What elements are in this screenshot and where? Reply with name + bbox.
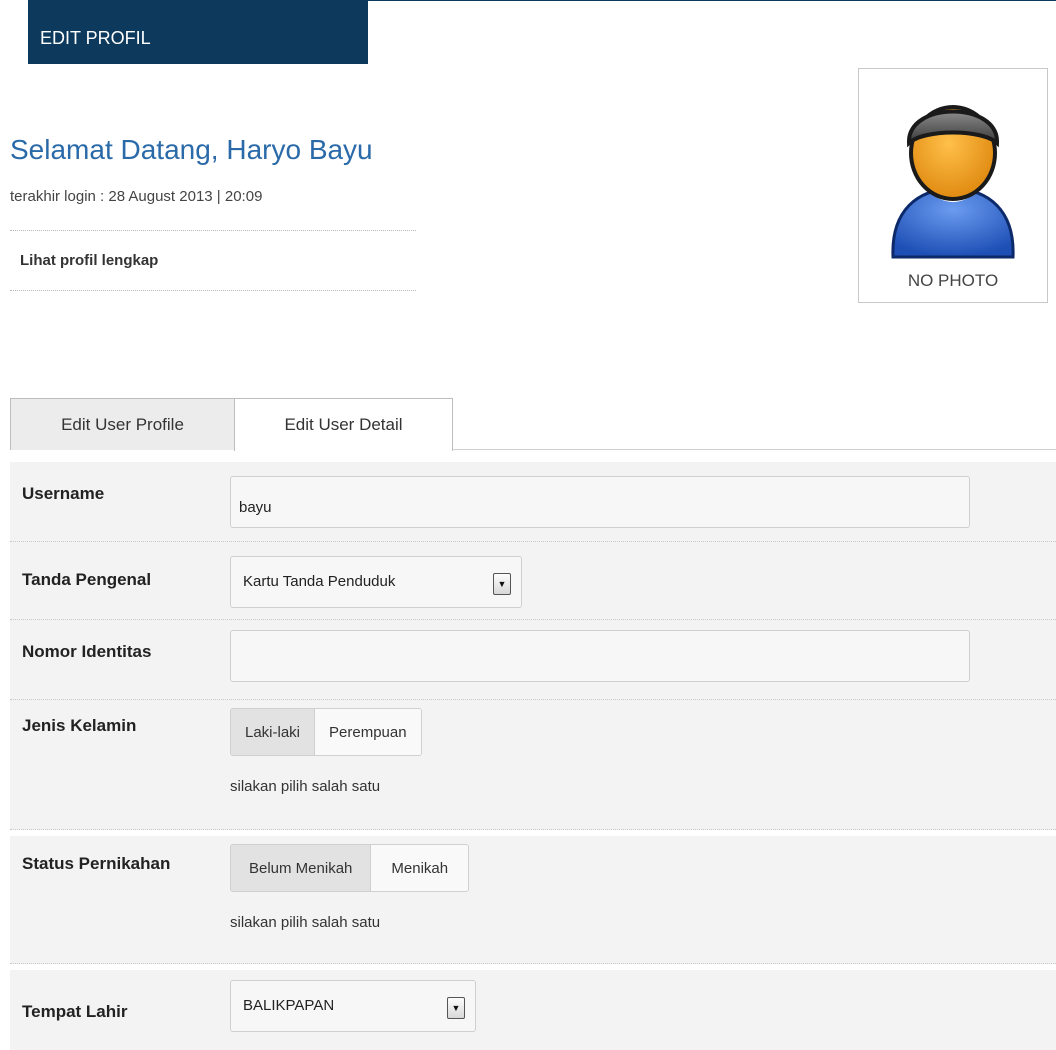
- last-login-text: terakhir login : 28 August 2013 | 20:09: [10, 188, 263, 205]
- username-input[interactable]: bayu: [230, 476, 970, 528]
- gender-option-male[interactable]: Laki-laki: [231, 709, 315, 755]
- gender-label: Jenis Kelamin: [22, 716, 137, 735]
- marital-status-label: Status Pernikahan: [22, 854, 171, 873]
- id-number-input[interactable]: [230, 630, 970, 682]
- birthplace-row: Tempat Lahir BALIKPAPAN ▼: [10, 970, 1056, 1050]
- birthplace-select[interactable]: BALIKPAPAN ▼: [230, 980, 476, 1032]
- gender-toggle: Laki-laki Perempuan: [230, 708, 422, 756]
- dropdown-arrow-icon: ▼: [493, 573, 511, 595]
- id-number-row: Nomor Identitas: [10, 620, 1056, 700]
- username-label: Username: [22, 484, 105, 503]
- page-title: EDIT PROFIL: [40, 28, 151, 48]
- tab-edit-user-detail[interactable]: Edit User Detail: [234, 398, 453, 451]
- birthplace-value: BALIKPAPAN: [243, 997, 335, 1014]
- marital-option-married[interactable]: Menikah: [370, 845, 469, 891]
- id-type-select[interactable]: Kartu Tanda Penduduk ▼: [230, 556, 522, 608]
- gender-option-female[interactable]: Perempuan: [314, 709, 421, 755]
- id-type-row: Tanda Pengenal Kartu Tanda Penduduk ▼: [10, 542, 1056, 620]
- id-type-value: Kartu Tanda Penduduk: [243, 573, 396, 590]
- divider: [10, 290, 416, 291]
- marital-status-hint: silakan pilih salah satu: [230, 914, 381, 931]
- id-type-label: Tanda Pengenal: [22, 570, 152, 589]
- page-header: EDIT PROFIL: [28, 0, 368, 64]
- welcome-heading: Selamat Datang, Haryo Bayu: [10, 134, 373, 165]
- user-avatar-icon: [891, 105, 1015, 259]
- id-number-label: Nomor Identitas: [22, 642, 152, 661]
- no-photo-label: NO PHOTO: [907, 271, 999, 290]
- gender-hint: silakan pilih salah satu: [230, 778, 381, 795]
- tab-label: Edit User Detail: [284, 415, 403, 434]
- marital-option-single[interactable]: Belum Menikah: [231, 845, 371, 891]
- gender-row: Jenis Kelamin Laki-laki Perempuan silaka…: [10, 700, 1056, 830]
- tab-label: Edit User Profile: [61, 414, 184, 434]
- birthplace-label: Tempat Lahir: [22, 1002, 128, 1021]
- username-row: Username bayu: [10, 462, 1056, 542]
- view-full-profile-link[interactable]: Lihat profil lengkap: [20, 252, 158, 269]
- profile-photo: NO PHOTO: [858, 68, 1048, 303]
- marital-status-toggle: Belum Menikah Menikah: [230, 844, 470, 892]
- marital-status-row: Status Pernikahan Belum Menikah Menikah …: [10, 836, 1056, 964]
- divider: [10, 230, 416, 231]
- dropdown-arrow-icon: ▼: [447, 997, 465, 1019]
- tab-edit-user-profile[interactable]: Edit User Profile: [10, 398, 235, 450]
